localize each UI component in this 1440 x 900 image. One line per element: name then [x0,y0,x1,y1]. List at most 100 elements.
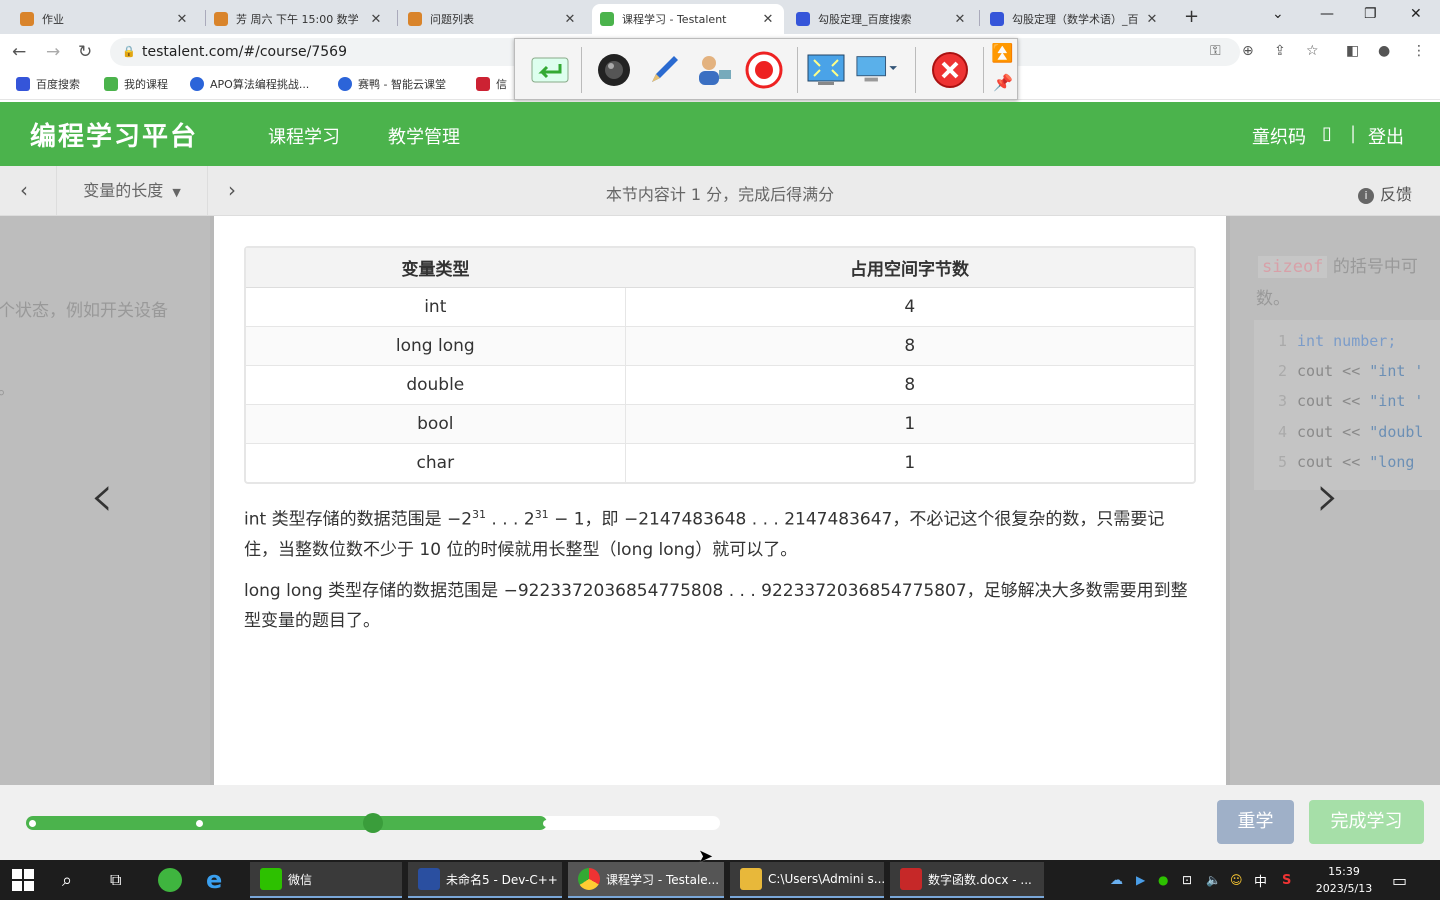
restore-icon[interactable]: ❐ [1364,6,1377,22]
reload-icon[interactable]: ↻ [78,42,92,62]
fullscreen-icon[interactable] [805,51,847,89]
onedrive-icon[interactable]: ☁ [1110,860,1123,900]
camera-lens-icon[interactable] [593,51,635,89]
site-header: 编程学习平台 课程学习 教学管理 童织码 ▯ | 登出 [0,102,1440,166]
window-close-icon[interactable]: ✕ [1410,6,1422,22]
taskbar-app-wechat[interactable]: 微信 [250,862,402,898]
pen-icon[interactable] [643,51,685,89]
browser-tab-active[interactable]: 课程学习 - Testalent ✕ [592,4,784,34]
windows-start-icon[interactable] [12,860,34,900]
user-name[interactable]: 童织码 [1252,123,1306,149]
taskbar-app-explorer[interactable]: C:\Users\Admini s... [730,862,884,898]
clock-time: 15:39 [1328,865,1360,878]
volume-icon[interactable]: 🔈 [1206,860,1221,900]
tray-app-icon[interactable]: ▶ [1136,860,1145,900]
next-page-arrow-icon[interactable]: › [1316,466,1340,526]
user-menu-glyph[interactable]: ▯ [1322,123,1332,144]
browser-tab[interactable]: 问题列表 ✕ [400,4,586,34]
next-section-chevron-icon[interactable]: › [228,178,236,202]
browser-tab[interactable]: 作业 ✕ [12,4,198,34]
toolbar-divider [983,47,984,93]
taskbar-app-label: 数字函数.docx - ... [928,872,1032,887]
complete-study-button[interactable]: 完成学习 [1309,800,1424,844]
profile-avatar-icon[interactable]: ● [1378,43,1390,59]
menu-kebab-icon[interactable]: ⋮ [1412,43,1426,59]
section-dropdown[interactable]: 变量的长度 ▼ [56,166,208,216]
key-icon[interactable]: ⚿ [1210,43,1221,59]
annotation-toolbar: ⏫ 📌 [514,38,1018,100]
taskbar-clock[interactable]: 15:39 2023/5/13 [1306,863,1382,897]
prev-page-arrow-icon[interactable]: ‹ [90,466,114,526]
nav-course-study[interactable]: 课程学习 [268,123,340,149]
code-text: cout << [1297,362,1370,380]
user-presenter-icon[interactable] [693,51,735,89]
table-header-row: 变量类型 占用空间字节数 [246,248,1194,288]
table-row: bool 1 [246,404,1194,444]
close-icon[interactable]: ✕ [174,12,190,27]
back-arrow-icon[interactable]: ← [12,42,26,62]
close-icon[interactable]: ✕ [562,12,578,27]
return-arrow-icon[interactable] [529,51,571,89]
zoom-icon[interactable]: ⊕ [1242,43,1254,59]
sogou-ime-icon[interactable]: S [1282,860,1291,900]
taskbar-app-devcpp[interactable]: 未命名5 - Dev-C++ [408,862,562,898]
progress-current-knob[interactable] [363,813,383,833]
wechat-tray-icon[interactable]: ● [1158,860,1168,900]
search-icon[interactable]: ⌕ [62,860,72,900]
notification-center-icon[interactable]: ▭ [1392,860,1407,900]
bookmark-item[interactable]: 我的课程 [104,76,168,92]
devcpp-icon [418,868,440,890]
close-icon[interactable]: ✕ [1144,12,1160,27]
browser-tab[interactable]: 芳 周六 下午 15:00 数学 ✕ [206,4,392,34]
prev-section-chevron-icon[interactable]: ‹ [20,178,28,202]
new-tab-plus-icon[interactable]: + [1184,6,1199,27]
close-icon[interactable]: ✕ [952,12,968,27]
input-language[interactable]: 中 [1254,860,1267,900]
progress-step-dot[interactable] [196,820,203,827]
network-icon[interactable]: ⊡ [1182,860,1192,900]
column-header: 变量类型 [246,248,626,288]
site-logo[interactable]: 编程学习平台 [30,116,198,153]
table-row: double 8 [246,365,1194,405]
pin-icon[interactable]: 📌 [993,73,1013,92]
close-icon[interactable]: ✕ [760,12,776,27]
lesson-stage: 个状态，例如开关设备 。 sizeof 的括号中可 数。 1 int number… [0,216,1440,785]
logout-link[interactable]: 登出 [1368,123,1404,149]
screen-dropdown-icon[interactable] [855,51,897,89]
table-cell: bool [246,404,626,444]
forward-arrow-icon[interactable]: → [46,42,60,62]
nav-teaching-management[interactable]: 教学管理 [388,123,460,149]
close-icon[interactable]: ✕ [368,12,384,27]
browser-360-icon[interactable] [158,860,182,900]
record-icon[interactable] [743,51,785,89]
taskbar-app-chrome[interactable]: 课程学习 - Testale... [568,862,724,898]
task-view-icon[interactable]: ⧉ [110,860,121,900]
bookmark-item[interactable]: 赛鸭 - 智能云课堂 [338,76,446,92]
exit-toolbar-icon[interactable] [929,51,971,89]
relearn-button[interactable]: 重学 [1217,800,1294,844]
side-panel-icon[interactable]: ◧ [1346,43,1359,59]
bookmark-label: 我的课程 [124,78,168,91]
progress-step-dot[interactable] [543,820,550,827]
bookmark-item[interactable]: 百度搜索 [16,76,80,92]
progress-track[interactable] [26,813,720,833]
tray-emoji-icon[interactable]: ☺ [1230,860,1243,900]
collapse-up-icon[interactable]: ⏫ [991,43,1013,64]
header-divider: | [1350,123,1357,144]
minimize-icon[interactable]: — [1320,6,1334,22]
feedback-button[interactable]: i 反馈 [1357,181,1412,205]
table-row: char 1 [246,443,1194,482]
tab-favicon-icon [990,12,1004,26]
bookmark-star-icon[interactable]: ☆ [1306,43,1319,59]
bookmark-item[interactable]: APO算法编程挑战... [190,76,309,92]
browser-tab[interactable]: 勾股定理（数学术语）_百 ✕ [982,4,1168,34]
browser-tab[interactable]: 勾股定理_百度搜索 ✕ [788,4,976,34]
taskbar-app-wps[interactable]: 数字函数.docx - ... [890,862,1044,898]
tab-search-chevron-icon[interactable]: ⌄ [1272,6,1284,22]
bookmark-item[interactable]: 信 [476,76,507,92]
code-line: 3 cout << "int ' [1278,392,1423,410]
ie-browser-icon[interactable]: e [206,860,222,900]
progress-step-dot[interactable] [29,820,36,827]
share-icon[interactable]: ⇪ [1274,43,1286,59]
tab-title: 问题列表 [430,13,474,26]
